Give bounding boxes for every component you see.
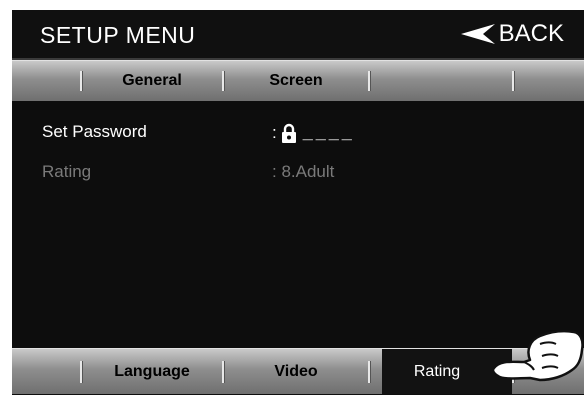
pointing-hand-icon bbox=[491, 329, 584, 382]
password-colon: : bbox=[272, 122, 277, 142]
back-label: BACK bbox=[498, 20, 564, 47]
top-tab-bar: General Screen bbox=[12, 60, 584, 101]
set-password-label: Set Password bbox=[42, 122, 147, 141]
password-placeholder: ____ bbox=[302, 122, 355, 142]
lock-icon bbox=[281, 123, 296, 143]
setup-screen: SETUP MENU BACK General Screen Set Passw… bbox=[12, 10, 584, 395]
tab-screen[interactable]: Screen bbox=[224, 61, 368, 101]
back-button[interactable]: BACK bbox=[460, 20, 564, 48]
rating-label: Rating bbox=[42, 162, 92, 181]
tab-general[interactable]: General bbox=[82, 61, 222, 101]
tab-language[interactable]: Language bbox=[82, 349, 222, 394]
tab-empty[interactable] bbox=[370, 61, 512, 101]
tab-separator bbox=[368, 361, 370, 383]
back-arrow-icon bbox=[460, 24, 495, 44]
tab-separator bbox=[512, 71, 514, 91]
tab-video[interactable]: Video bbox=[224, 349, 368, 394]
page-title: SETUP MENU bbox=[40, 22, 196, 48]
set-password-value[interactable]: : ____ bbox=[272, 122, 355, 143]
rating-value: : 8.Adult bbox=[272, 162, 335, 181]
header-bar: SETUP MENU BACK bbox=[12, 10, 584, 60]
